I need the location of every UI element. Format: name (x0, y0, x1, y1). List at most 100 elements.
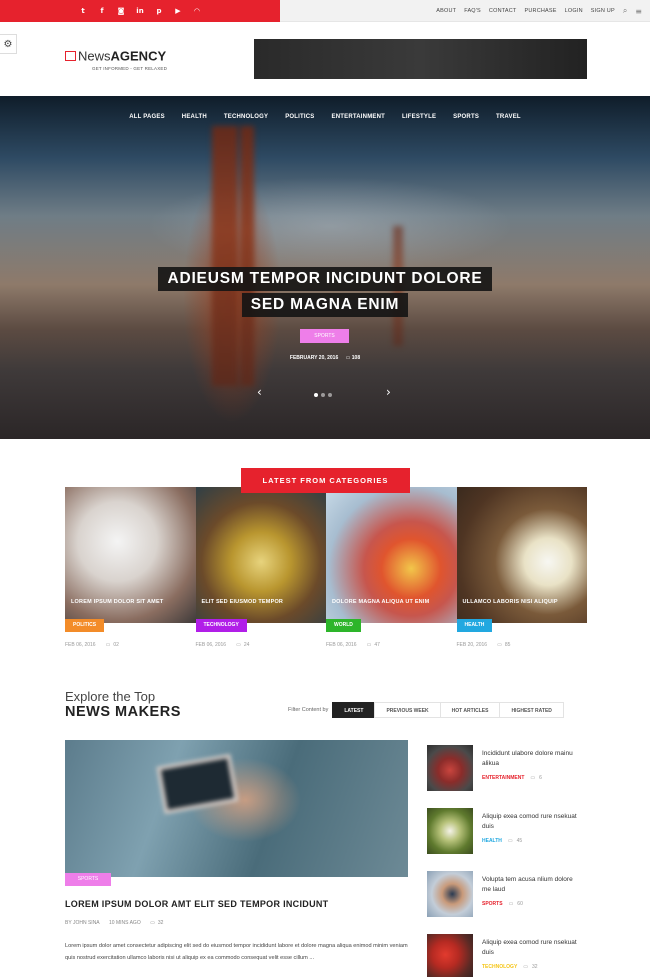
list-title[interactable]: Aliquip exea comod rure nsekuat duis (482, 812, 582, 832)
slider-prev-arrow[interactable]: ‹ (257, 385, 262, 399)
card-title[interactable]: DOLORE MAGNA ALIQUA UT ENIM (332, 599, 429, 605)
nav-health[interactable]: HEALTH (182, 114, 207, 120)
card-comments: 47 (374, 642, 380, 648)
tab-highest-rated[interactable]: HIGHEST RATED (499, 702, 564, 718)
tab-hot-articles[interactable]: HOT ARTICLES (439, 702, 501, 718)
list-comments: 6 (539, 775, 542, 781)
list-thumbnail[interactable] (427, 871, 473, 917)
list-category[interactable]: SPORTS (482, 901, 503, 907)
ad-banner[interactable] (254, 39, 587, 79)
menu-icon[interactable]: ≡ (635, 7, 642, 16)
list-thumbnail[interactable] (427, 808, 473, 854)
slider-dot[interactable] (328, 393, 332, 397)
filter-tabs: Filter Content by LATEST PREVIOUS WEEK H… (288, 702, 564, 718)
social-links: t f ◙ in p ▶ ◠ (0, 0, 280, 22)
top-link-about[interactable]: ABOUT (436, 8, 456, 14)
comment-icon: ▭ (530, 775, 536, 781)
list-category[interactable]: ENTERTAINMENT (482, 775, 524, 781)
youtube-icon[interactable]: ▶ (174, 7, 183, 15)
settings-gear-icon[interactable]: ⚙ (0, 34, 17, 54)
list-comments: 60 (517, 901, 523, 907)
list-comments: 45 (516, 838, 523, 844)
category-cards: LOREM IPSUM DOLOR SIT AMET POLITICS FEB … (65, 487, 587, 648)
logo-title: NewsAGENCY (78, 48, 167, 64)
nav-sports[interactable]: SPORTS (453, 114, 479, 120)
category-card[interactable]: ELIT SED EIUSMOD TEMPOR TECHNOLOGY FEB 0… (195, 487, 326, 648)
card-category-badge[interactable]: TECHNOLOGY (195, 619, 247, 632)
comment-icon: ▭ (345, 355, 351, 361)
comment-icon: ▭ (507, 838, 513, 844)
list-item[interactable]: Volupta tem acusa nlium dolore me laud S… (427, 871, 587, 934)
card-title[interactable]: LOREM IPSUM DOLOR SIT AMET (71, 599, 163, 605)
comment-icon: ▭ (150, 920, 155, 926)
rss-icon[interactable]: ◠ (193, 7, 202, 15)
list-category[interactable]: HEALTH (482, 838, 502, 844)
twitter-icon[interactable]: t (79, 7, 88, 15)
top-link-login[interactable]: LOGIN (565, 8, 583, 14)
explore-title: NEWS MAKERS (65, 704, 181, 720)
card-date: FEB 20, 2016 (456, 642, 488, 648)
list-thumbnail[interactable] (427, 745, 473, 791)
nav-technology[interactable]: TECHNOLOGY (224, 114, 268, 120)
hero-title-line1[interactable]: ADIEUSM TEMPOR INCIDUNT DOLORE (158, 267, 492, 291)
nav-lifestyle[interactable]: LIFESTYLE (402, 114, 436, 120)
top-link-faqs[interactable]: FAQ'S (464, 8, 481, 14)
card-image[interactable]: ULLAMCO LABORIS NISI ALIQUIP (456, 487, 587, 623)
featured-title[interactable]: LOREM IPSUM DOLOR AMT ELIT SED TEMPOR IN… (65, 899, 328, 909)
nav-politics[interactable]: POLITICS (285, 114, 314, 120)
hero-date: FEBRUARY 20, 2016 (289, 355, 339, 361)
slider-dot[interactable] (321, 393, 325, 397)
featured-author[interactable]: BY JOHN SINA (65, 920, 100, 926)
slider-dot[interactable] (314, 393, 318, 397)
logo-icon (65, 50, 76, 61)
facebook-icon[interactable]: f (98, 7, 107, 15)
nav-entertainment[interactable]: ENTERTAINMENT (332, 114, 386, 120)
list-meta: TECHNOLOGY ▭ 32 (482, 964, 538, 970)
comment-icon: ▭ (105, 642, 111, 648)
nav-all-pages[interactable]: ALL PAGES (129, 114, 165, 120)
slider-next-arrow[interactable]: › (386, 385, 391, 399)
card-date: FEB 06, 2016 (326, 642, 357, 648)
category-card[interactable]: DOLORE MAGNA ALIQUA UT ENIM WORLD FEB 06… (326, 487, 457, 648)
linkedin-icon[interactable]: in (136, 7, 145, 15)
site-logo[interactable]: NewsAGENCY GET INFORMED - GET RELAXED (65, 47, 167, 71)
top-link-purchase[interactable]: PURCHASE (525, 8, 557, 14)
top-link-contact[interactable]: CONTACT (489, 8, 517, 14)
hero-category-badge[interactable]: SPORTS (300, 329, 349, 343)
search-icon[interactable]: ⌕ (623, 6, 627, 16)
list-title[interactable]: Aliquip exea comod rure nsekuat duis (482, 938, 582, 958)
instagram-icon[interactable]: ◙ (117, 7, 126, 15)
sidebar-list: Incididunt ulabore dolore mainu alikua E… (427, 745, 587, 977)
hero-title-line2[interactable]: SED MAGNA ENIM (241, 293, 409, 317)
list-item[interactable]: Incididunt ulabore dolore mainu alikua E… (427, 745, 587, 808)
card-category-badge[interactable]: WORLD (326, 619, 361, 632)
slider-dots (314, 393, 332, 397)
card-category-badge[interactable]: POLITICS (65, 619, 105, 632)
list-item[interactable]: Aliquip exea comod rure nsekuat duis HEA… (427, 808, 587, 871)
card-category-badge[interactable]: HEALTH (456, 619, 493, 632)
card-image[interactable]: LOREM IPSUM DOLOR SIT AMET (65, 487, 196, 623)
featured-image[interactable] (65, 740, 408, 877)
card-title[interactable]: ULLAMCO LABORIS NISI ALIQUIP (463, 599, 558, 605)
card-image[interactable]: DOLORE MAGNA ALIQUA UT ENIM (326, 487, 457, 623)
nav-travel[interactable]: TRAVEL (496, 114, 521, 120)
featured-category-badge[interactable]: SPORTS (65, 873, 111, 886)
comment-icon: ▭ (497, 642, 502, 648)
list-thumbnail[interactable] (427, 934, 473, 977)
list-item[interactable]: Aliquip exea comod rure nsekuat duis TEC… (427, 934, 587, 977)
camera-shape (156, 753, 239, 815)
pinterest-icon[interactable]: p (155, 7, 164, 15)
top-link-signup[interactable]: SIGN UP (591, 8, 615, 14)
card-title[interactable]: ELIT SED EIUSMOD TEMPOR (202, 599, 284, 605)
list-title[interactable]: Volupta tem acusa nlium dolore me laud (482, 875, 582, 895)
card-date: FEB 06, 2016 (65, 642, 96, 648)
category-card[interactable]: LOREM IPSUM DOLOR SIT AMET POLITICS FEB … (65, 487, 196, 648)
card-image[interactable]: ELIT SED EIUSMOD TEMPOR (195, 487, 326, 623)
tab-latest[interactable]: LATEST (332, 702, 376, 718)
list-title[interactable]: Incididunt ulabore dolore mainu alikua (482, 749, 582, 769)
list-category[interactable]: TECHNOLOGY (482, 964, 517, 970)
explore-subtitle: Explore the Top (65, 689, 156, 704)
category-card[interactable]: ULLAMCO LABORIS NISI ALIQUIP HEALTH FEB … (456, 487, 587, 648)
featured-excerpt: Lorem ipsum dolor amet consectetur adipi… (65, 943, 408, 961)
tab-previous-week[interactable]: PREVIOUS WEEK (374, 702, 441, 718)
